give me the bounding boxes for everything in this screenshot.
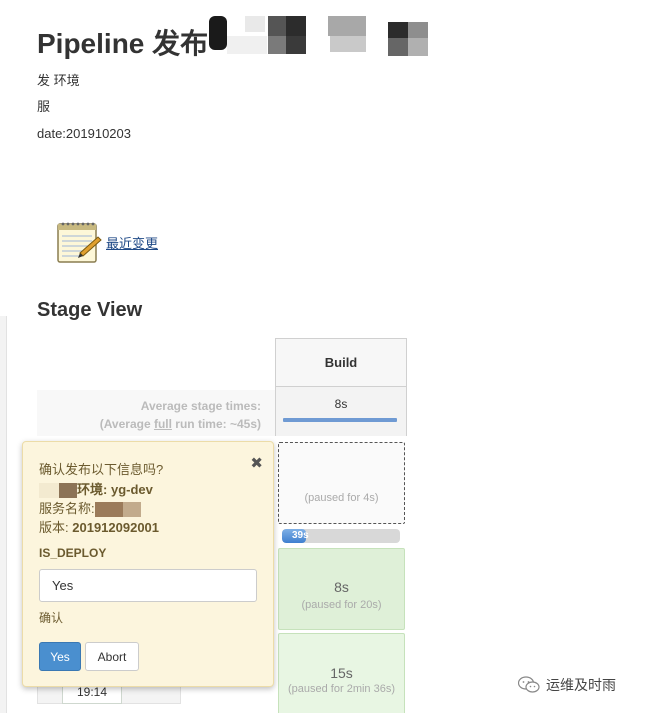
- stage-cell-success[interactable]: 8s (paused for 20s): [278, 548, 405, 630]
- description-line-date: date:201910203: [37, 126, 131, 141]
- close-icon[interactable]: ✖: [250, 454, 263, 472]
- description-line-env: 发 环境: [37, 73, 80, 88]
- notepad-icon: [56, 220, 102, 264]
- description-line-service: 服: [37, 99, 51, 114]
- abort-button[interactable]: Abort: [85, 642, 139, 671]
- redaction-block: [122, 502, 141, 518]
- redaction-block: [59, 483, 77, 499]
- stage-progress-bar: 39s: [282, 529, 400, 543]
- dialog-version-line: 版本: 201912092001: [39, 520, 160, 535]
- average-times-label: Average stage times: (Average full run t…: [99, 399, 261, 431]
- full-run-link[interactable]: full: [154, 417, 172, 431]
- dialog-question: 确认发布以下信息吗?: [39, 462, 164, 477]
- input-dialog: ✖ 确认发布以下信息吗? 环境: yg-dev 服务名称: 版本: 201912…: [22, 441, 274, 687]
- paused-duration: (paused for 2min 36s): [288, 683, 395, 695]
- dialog-service-line: 服务名称:: [39, 498, 141, 518]
- watermark: 运维及时雨: [517, 675, 616, 695]
- is-deploy-input[interactable]: [39, 569, 257, 602]
- recent-changes: 最近变更: [56, 220, 158, 264]
- average-stage-time-cell: 8s: [275, 387, 407, 436]
- parameter-description: 确认: [39, 611, 64, 625]
- recent-changes-link[interactable]: 最近变更: [106, 233, 158, 252]
- average-times-block: Average stage times: (Average full run t…: [37, 390, 275, 436]
- stage-duration: 15s: [330, 665, 353, 681]
- stage-duration: 8s: [334, 579, 349, 595]
- page-title: Pipeline 发布: [37, 28, 209, 59]
- yes-button[interactable]: Yes: [39, 642, 81, 671]
- redaction-block: [39, 483, 59, 499]
- left-gutter: [0, 316, 7, 713]
- parameter-name: IS_DEPLOY: [39, 546, 107, 560]
- paused-duration: (paused for 4s): [304, 492, 379, 504]
- wechat-icon: [517, 676, 540, 694]
- stage-cell-success[interactable]: 15s (paused for 2min 36s): [278, 633, 405, 713]
- paused-duration: (paused for 20s): [301, 599, 382, 611]
- redaction-block: [94, 502, 123, 518]
- stage-header-build[interactable]: Build: [275, 338, 407, 387]
- watermark-text: 运维及时雨: [546, 677, 616, 693]
- stage-cell-paused[interactable]: (paused for 4s): [278, 442, 405, 524]
- progress-label: 39s: [292, 530, 309, 541]
- average-stage-time: 8s: [334, 397, 348, 411]
- average-time-bar: [283, 418, 397, 422]
- dialog-env-line: 环境: yg-dev: [39, 479, 153, 499]
- stage-view-title: Stage View: [37, 299, 143, 321]
